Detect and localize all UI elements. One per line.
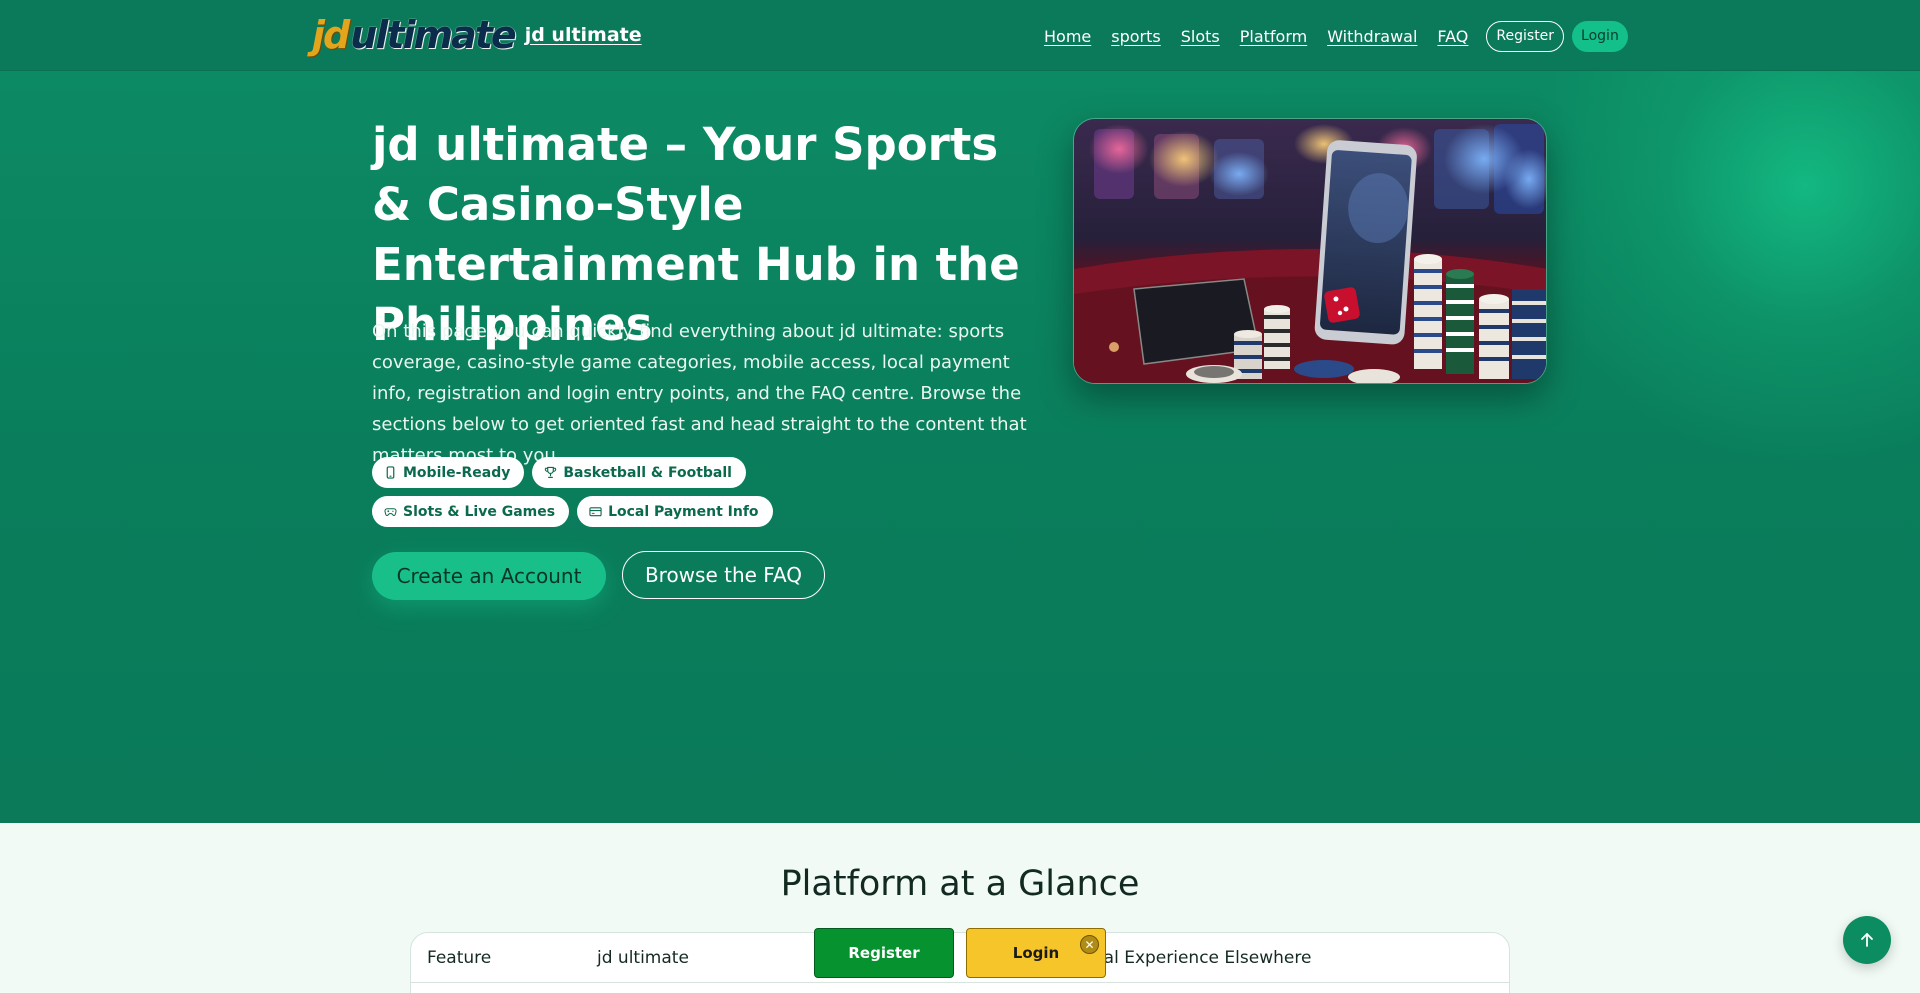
chip-basketball-football: Basketball & Football (532, 457, 746, 488)
hero-description: On this page you can quickly find everyt… (372, 321, 1027, 466)
login-button[interactable]: Login (1572, 20, 1628, 52)
trophy-icon (544, 466, 557, 479)
back-to-top-button[interactable] (1843, 916, 1891, 964)
card-icon (589, 505, 602, 518)
nav-platform[interactable]: Platform (1240, 27, 1307, 46)
logo-mark-jd: jd (312, 13, 350, 57)
mobile-icon (384, 466, 397, 479)
table-header-row: Feature jd ultimate Typical Experience E… (411, 933, 1509, 983)
browse-faq-button[interactable]: Browse the FAQ (622, 551, 825, 599)
gamepad-icon (384, 505, 397, 518)
close-icon[interactable]: ✕ (1080, 935, 1099, 954)
chip-label: Mobile-Ready (403, 464, 511, 481)
logo[interactable]: jd ultimate jd ultimate (312, 14, 642, 56)
chip-slots-live-games: Slots & Live Games (372, 496, 570, 527)
arrow-up-icon (1861, 933, 1873, 947)
chip-local-payment-info: Local Payment Info (577, 496, 773, 527)
floating-register-button[interactable]: Register (814, 928, 954, 978)
column-header-elsewhere: Typical Experience Elsewhere (1061, 947, 1312, 968)
register-button[interactable]: Register (1486, 20, 1565, 52)
nav-sports[interactable]: sports (1111, 27, 1160, 46)
site-header: jd ultimate jd ultimate Home sports Slot… (0, 0, 1920, 71)
main-nav: Home sports Slots Platform Withdrawal FA… (1044, 20, 1628, 52)
chip-label: Basketball & Football (563, 464, 732, 481)
chip-mobile-ready: Mobile-Ready (372, 457, 525, 488)
nav-home[interactable]: Home (1044, 27, 1091, 46)
chip-label: Local Payment Info (608, 503, 759, 520)
brand-link[interactable]: jd ultimate (525, 24, 642, 46)
create-account-button[interactable]: Create an Account (372, 552, 606, 600)
section-title-platform-at-a-glance: Platform at a Glance (780, 864, 1140, 904)
feature-chips: Mobile-Ready Basketball & Football Slots… (372, 457, 932, 527)
hero-section: jd ultimate – Your Sports & Casino-Style… (0, 71, 1920, 823)
comparison-table: Feature jd ultimate Typical Experience E… (410, 932, 1510, 993)
nav-withdrawal[interactable]: Withdrawal (1327, 27, 1417, 46)
logo-mark-ultimate: ultimate (350, 13, 516, 57)
hero-image-casino-phone (1073, 118, 1547, 384)
chip-label: Slots & Live Games (403, 503, 556, 520)
nav-faq[interactable]: FAQ (1437, 27, 1468, 46)
nav-slots[interactable]: Slots (1181, 27, 1220, 46)
column-header-feature: Feature (427, 947, 492, 968)
logo-mark: jd ultimate (312, 13, 517, 57)
